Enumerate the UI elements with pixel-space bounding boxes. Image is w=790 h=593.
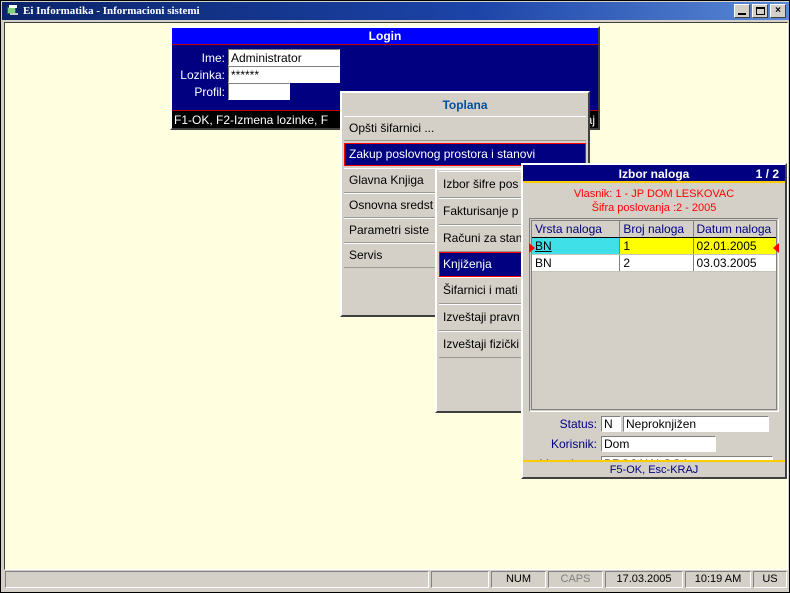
izbor-naloga-titlebar: Izbor naloga 1 / 2 [523,165,785,183]
statusbar-caps-indicator: CAPS [548,571,603,588]
cell-broj-naloga[interactable]: 2 [620,255,693,272]
login-row-profil: Profil: [172,83,290,100]
login-row-ime: Ime: Administrator [172,49,340,66]
maximize-button[interactable] [752,4,768,18]
menu-item-opsti-sifarnici[interactable]: Opšti šifarnici ... [344,116,586,141]
col-datum-naloga[interactable]: Datum naloga [693,221,776,238]
statusbar-time: 10:19 AM [685,571,751,588]
lozinka-input[interactable]: ****** [228,66,340,83]
status-description-input[interactable]: Neproknjižen [623,416,769,432]
vlasnik-label: Vlasnik: 1 - JP DOM LESKOVAC [529,187,779,201]
statusbar-panel-blank [431,571,489,588]
menu-item-izbor-sifre-poslovanja[interactable]: Izbor šifre pos [439,171,523,198]
naloga-grid-wrapper: Vrsta naloga Broj naloga Datum naloga BN… [529,218,779,412]
statusbar-message-panel [5,571,429,588]
col-vrsta-naloga[interactable]: Vrsta naloga [532,221,620,238]
window-buttons: × [734,4,786,18]
page-indicator: 1 / 2 [756,165,779,183]
current-row-marker-right-icon [773,243,779,253]
izbor-naloga-title: Izbor naloga [619,167,690,181]
izbor-naloga-body: Vlasnik: 1 - JP DOM LESKOVAC Šifra poslo… [523,183,785,459]
window-titlebar[interactable]: Ei Informatika - Informacioni sistemi × [2,2,790,20]
ime-input[interactable]: Administrator [228,49,340,66]
menu-item-izvestaji-pravna[interactable]: Izveštaji pravn [439,304,523,331]
menu-item-sifarnici-i-matice[interactable]: Šifarnici i mati [439,277,523,304]
korisnik-label: Korisnik: [529,437,601,451]
cell-vrsta-naloga[interactable]: BN [532,255,620,272]
menu-item-knjizenja[interactable]: Knjiženja [439,252,523,277]
login-row-lozinka: Lozinka: ****** [172,66,340,83]
cell-text: BN [535,239,552,253]
menu-zakup-submenu: Izbor šifre pos Fakturisanje p Računi za… [435,168,527,413]
menu-item-fakturisanje[interactable]: Fakturisanje p [439,198,523,225]
sifra-poslovanja-label: Šifra poslovanja :2 - 2005 [529,201,779,215]
table-row[interactable]: BN 2 03.03.2005 [532,255,776,272]
close-button[interactable]: × [770,4,786,18]
login-dialog-title: Login [172,28,598,45]
col-broj-naloga[interactable]: Broj naloga [620,221,693,238]
menu-item-izvestaji-fizicka[interactable]: Izveštaji fizički [439,331,523,358]
table-row[interactable]: BN 1 02.01.2005 [532,238,776,255]
korisnik-field-row: Korisnik: Dom [529,435,779,452]
cell-datum-naloga[interactable]: 02.01.2005 [693,238,776,255]
statusbar-num-indicator: NUM [491,571,546,588]
mdi-client-area: eiNS Informatika Login Ime: Administrato… [4,22,788,570]
cell-broj-naloga[interactable]: 1 [620,238,693,255]
window-title: Ei Informatika - Informacioni sistemi [23,5,734,17]
ime-label: Ime: [172,51,228,65]
naloga-grid[interactable]: Vrsta naloga Broj naloga Datum naloga BN… [531,220,777,410]
status-field-row: Status: N Neproknjižen [529,415,779,432]
cell-vrsta-naloga[interactable]: BN [532,238,620,255]
status-label: Status: [529,417,601,431]
app-icon [6,4,20,18]
profil-label: Profil: [172,85,228,99]
close-icon: × [771,5,785,17]
status-code-input[interactable]: N [601,416,621,432]
korisnik-input[interactable]: Dom [601,436,716,452]
izbor-naloga-dialog: Izbor naloga 1 / 2 Vlasnik: 1 - JP DOM L… [521,163,787,479]
menu-toplana-caption: Toplana [344,95,586,116]
table-header-row: Vrsta naloga Broj naloga Datum naloga [532,221,776,238]
minimize-button[interactable] [734,4,750,18]
current-row-marker-left-icon [529,243,535,253]
login-hint-text: F1-OK, F2-Izmena lozinke, F [174,113,328,127]
izbor-naloga-statusbar: F5-OK, Esc-KRAJ [523,460,785,477]
lozinka-label: Lozinka: [172,68,228,82]
main-statusbar: NUM CAPS 17.03.2005 10:19 AM US [4,570,788,589]
profil-input[interactable] [228,83,290,100]
statusbar-date: 17.03.2005 [605,571,683,588]
cell-datum-naloga[interactable]: 03.03.2005 [693,255,776,272]
statusbar-keyboard-layout: US [753,571,787,588]
application-window: Ei Informatika - Informacioni sistemi × … [0,0,790,593]
menu-item-racuni-za-stanove[interactable]: Računi za stan [439,225,523,252]
